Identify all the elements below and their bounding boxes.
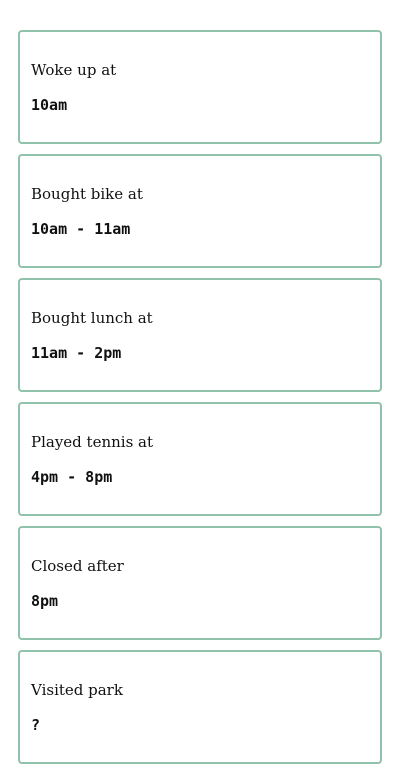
card-woke-up: Woke up at 10am: [18, 30, 382, 144]
card-bought-bike: Bought bike at 10am - 11am: [18, 154, 382, 268]
card-played-tennis: Played tennis at 4pm - 8pm: [18, 402, 382, 516]
card-value: 10am - 11am: [31, 220, 131, 238]
card-label: Played tennis at: [31, 433, 154, 451]
card-value: 10am: [31, 96, 68, 114]
card-value: ?: [31, 716, 41, 734]
card-label: Bought bike at: [31, 185, 143, 203]
card-label: Closed after: [31, 557, 124, 575]
card-label: Woke up at: [31, 61, 117, 79]
card-label: Bought lunch at: [31, 309, 153, 327]
card-value: 4pm - 8pm: [31, 468, 113, 486]
card-value: 8pm: [31, 592, 59, 610]
card-value: 11am - 2pm: [31, 344, 122, 362]
card-closed-after: Closed after 8pm: [18, 526, 382, 640]
card-label: Visited park: [31, 681, 123, 699]
card-visited-park: Visited park ?: [18, 650, 382, 764]
timeline-card-list: Woke up at 10am Bought bike at 10am - 11…: [18, 30, 382, 774]
card-bought-lunch: Bought lunch at 11am - 2pm: [18, 278, 382, 392]
